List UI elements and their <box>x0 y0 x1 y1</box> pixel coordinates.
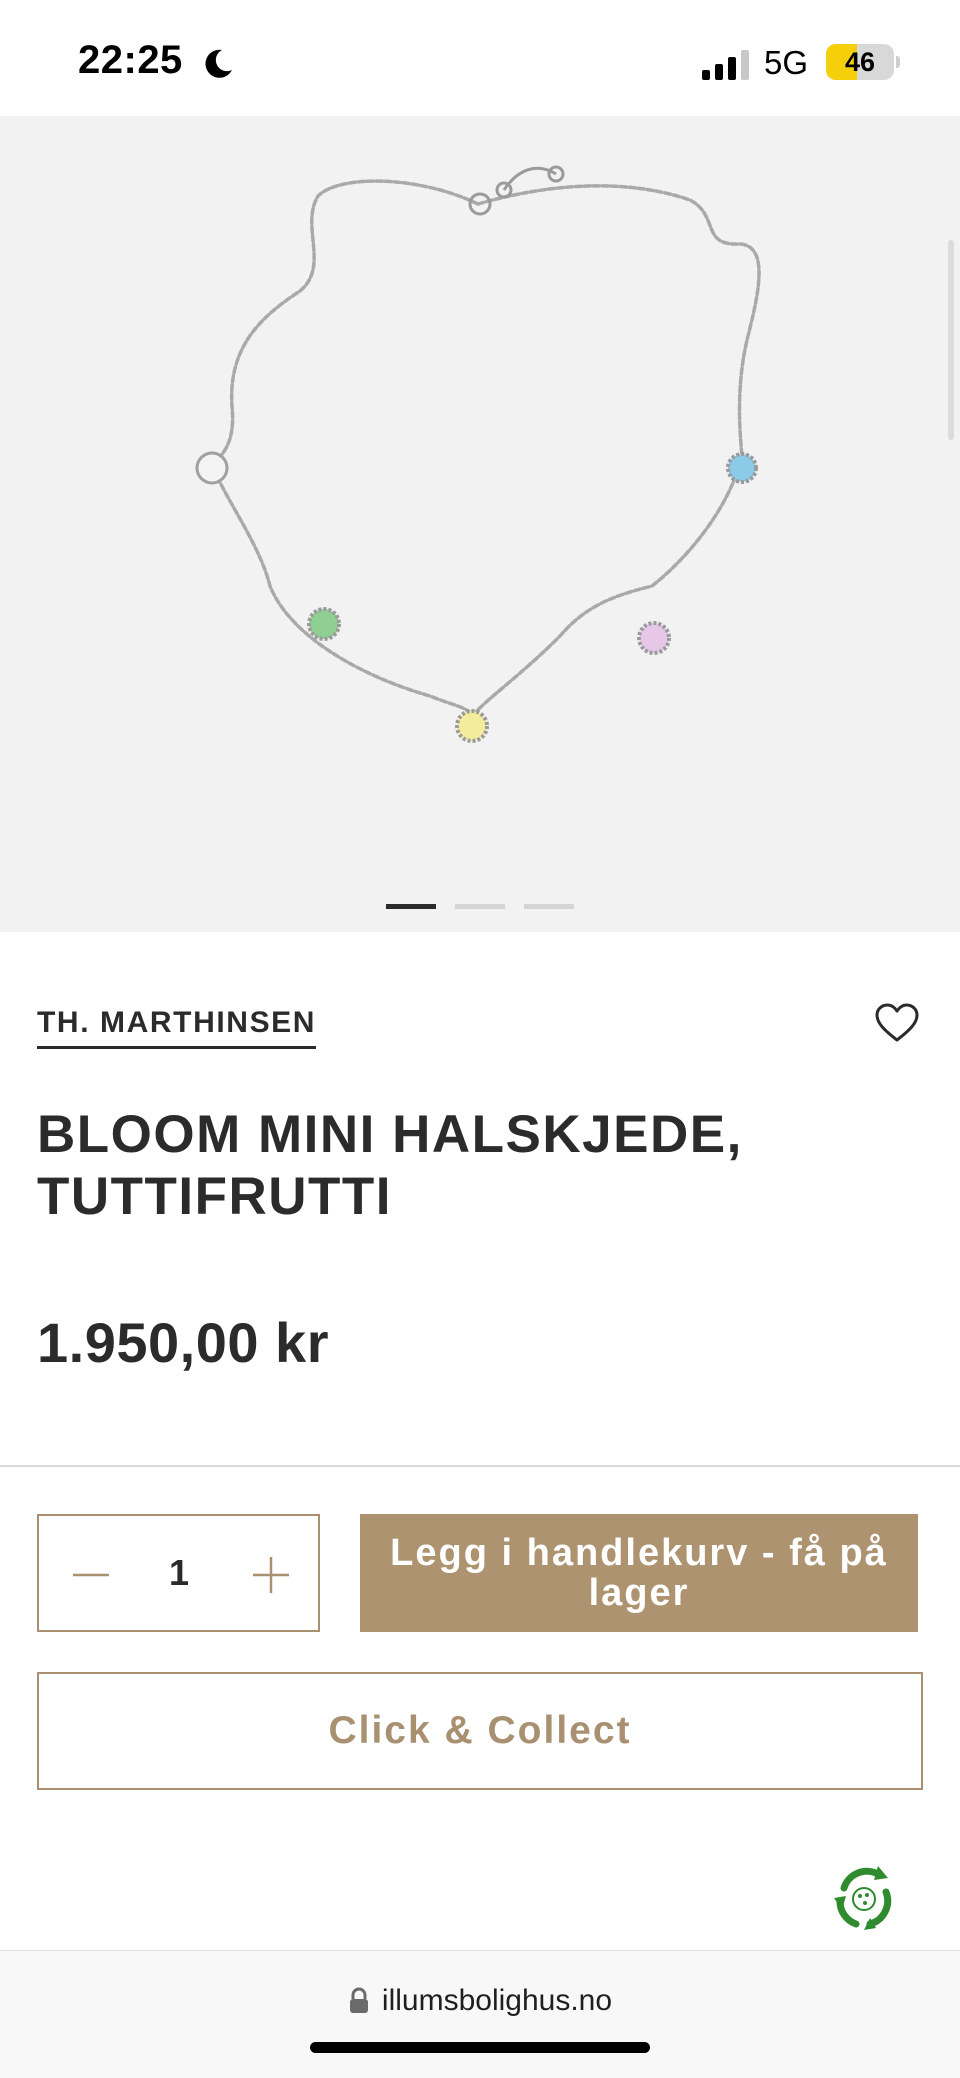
charm-lilac <box>637 621 671 655</box>
gallery-pagination <box>386 904 576 910</box>
charm-green <box>307 607 341 641</box>
pagination-dot-1[interactable] <box>386 904 436 909</box>
network-label: 5G <box>764 44 809 81</box>
battery-icon: 46 <box>826 44 894 80</box>
url-row[interactable]: illumsbolighus.no <box>0 1981 960 2021</box>
add-to-cart-button[interactable]: Legg i handlekurv - få på lager <box>360 1514 918 1632</box>
plus-icon[interactable] <box>249 1553 293 1597</box>
quantity-stepper: 1 <box>37 1514 320 1632</box>
charm-yellow <box>455 709 489 743</box>
home-indicator[interactable] <box>310 2042 650 2053</box>
brand-link[interactable]: TH. MARTHINSEN <box>37 1006 317 1049</box>
minus-icon[interactable] <box>69 1553 113 1597</box>
chain-right <box>470 184 761 718</box>
url-text[interactable]: illumsbolighus.no <box>382 1984 612 2018</box>
product-image-gallery[interactable] <box>0 116 960 932</box>
heart-icon[interactable] <box>874 1002 920 1044</box>
moon-icon <box>205 49 232 78</box>
charm-white <box>195 451 229 485</box>
battery-level: 46 <box>844 47 876 77</box>
product-price: 1.950,00 kr <box>37 1311 329 1374</box>
lock-icon <box>349 1987 368 2013</box>
battery-tip <box>896 56 900 68</box>
click-collect-button[interactable]: Click & Collect <box>37 1672 923 1790</box>
chain-left <box>209 179 480 718</box>
divider <box>0 1465 960 1467</box>
status-bar: 22:25 5G 46 <box>0 0 960 116</box>
product-title: BLOOM MINI HALSKJEDE, TUTTIFRUTTI <box>37 1105 743 1226</box>
charm-blue <box>726 452 758 484</box>
gallery-scrollbar[interactable] <box>948 240 954 440</box>
product-image <box>195 165 761 743</box>
pagination-dot-3[interactable] <box>524 904 574 909</box>
quantity-value[interactable]: 1 <box>129 1516 229 1630</box>
pagination-dot-2[interactable] <box>455 904 505 909</box>
signal-icon <box>702 50 749 80</box>
recycle-icon[interactable] <box>830 1862 898 1934</box>
status-time: 22:25 <box>78 38 183 82</box>
browser-address-bar[interactable]: illumsbolighus.no <box>0 1950 960 2078</box>
